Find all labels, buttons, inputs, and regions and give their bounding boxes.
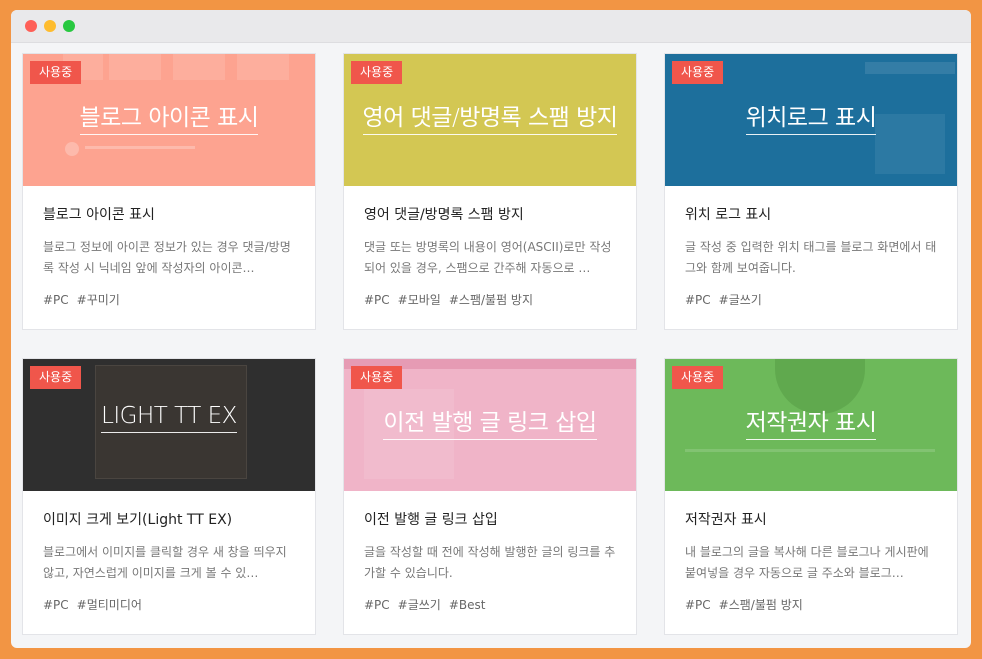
tag[interactable]: #스팸/불펌 방지 [449,293,533,307]
tag[interactable]: #스팸/불펌 방지 [719,598,803,612]
tag-list: #PC #글쓰기 [685,291,937,308]
thumbnail-title: 위치로그 표시 [745,105,877,135]
tag[interactable]: #PC [43,293,69,307]
in-use-badge: 사용중 [30,366,82,389]
browser-window: 블로그 아이콘 표시 사용중 블로그 아이콘 표시 블로그 정보에 아이콘 정보… [11,10,971,648]
in-use-badge: 사용중 [672,61,724,84]
thumbnail-title: LIGHT TT EX [101,403,237,433]
tag[interactable]: #PC [364,598,390,612]
tag[interactable]: #PC [43,598,69,612]
plugin-description: 글 작성 중 입력한 위치 태그를 블로그 화면에서 태그와 함께 보여줍니다. [685,240,937,275]
plugin-title[interactable]: 저작권자 표시 [685,511,937,529]
maximize-window-button[interactable] [63,20,75,32]
plugin-card-previous-post-link[interactable]: 이전 발행 글 링크 삽입 사용중 이전 발행 글 링크 삽입 글을 작성할 때… [343,358,637,635]
plugin-description: 블로그 정보에 아이콘 정보가 있는 경우 댓글/방명록 작성 시 닉네임 앞에… [43,240,291,275]
in-use-badge: 사용중 [351,366,403,389]
plugin-thumbnail: 이전 발행 글 링크 삽입 사용중 [344,359,636,491]
plugin-title[interactable]: 이미지 크게 보기(Light TT EX) [43,511,295,529]
tag-list: #PC #멀티미디어 [43,596,295,613]
in-use-badge: 사용중 [30,61,82,84]
tag[interactable]: #글쓰기 [719,293,762,307]
tag-list: #PC #모바일 #스팸/불펌 방지 [364,291,616,308]
tag[interactable]: #PC [685,598,711,612]
plugin-title[interactable]: 이전 발행 글 링크 삽입 [364,511,616,529]
in-use-badge: 사용중 [351,61,403,84]
plugin-thumbnail: 영어 댓글/방명록 스팸 방지 사용중 [344,54,636,186]
thumbnail-title: 영어 댓글/방명록 스팸 방지 [362,105,618,135]
plugin-description: 내 블로그의 글을 복사해 다른 블로그나 게시판에 붙여넣을 경우 자동으로 … [685,545,929,580]
plugin-card-copyright[interactable]: 저작권자 표시 사용중 저작권자 표시 내 블로그의 글을 복사해 다른 블로그… [664,358,958,635]
tag[interactable]: #Best [449,598,486,612]
tag[interactable]: #꾸미기 [77,293,120,307]
plugin-thumbnail: 위치로그 표시 사용중 [665,54,957,186]
tag[interactable]: #모바일 [398,293,441,307]
plugin-card-english-spam[interactable]: 영어 댓글/방명록 스팸 방지 사용중 영어 댓글/방명록 스팸 방지 댓글 또… [343,53,637,330]
plugin-title[interactable]: 위치 로그 표시 [685,206,937,224]
minimize-window-button[interactable] [44,20,56,32]
plugin-card-light-tt-ex[interactable]: LIGHT TT EX 사용중 이미지 크게 보기(Light TT EX) 블… [22,358,316,635]
plugin-card-location-log[interactable]: 위치로그 표시 사용중 위치 로그 표시 글 작성 중 입력한 위치 태그를 블… [664,53,958,330]
tag-list: #PC #글쓰기 #Best [364,596,616,613]
close-window-button[interactable] [25,20,37,32]
tag[interactable]: #멀티미디어 [77,598,142,612]
plugin-thumbnail: 블로그 아이콘 표시 사용중 [23,54,315,186]
plugin-title[interactable]: 영어 댓글/방명록 스팸 방지 [364,206,616,224]
tag-list: #PC #꾸미기 [43,291,295,308]
plugin-thumbnail: 저작권자 표시 사용중 [665,359,957,491]
plugin-description: 블로그에서 이미지를 클릭할 경우 새 창을 띄우지 않고, 자연스럽게 이미지… [43,545,287,580]
thumbnail-title: 블로그 아이콘 표시 [79,105,259,135]
plugin-description: 글을 작성할 때 전에 작성해 발행한 글의 링크를 추가할 수 있습니다. [364,545,616,580]
in-use-badge: 사용중 [672,366,724,389]
thumbnail-title: 이전 발행 글 링크 삽입 [383,410,597,440]
tag-list: #PC #스팸/불펌 방지 [685,596,937,613]
thumbnail-title: 저작권자 표시 [745,410,877,440]
tag[interactable]: #PC [364,293,390,307]
tag[interactable]: #글쓰기 [398,598,441,612]
plugin-card-blog-icon[interactable]: 블로그 아이콘 표시 사용중 블로그 아이콘 표시 블로그 정보에 아이콘 정보… [22,53,316,330]
plugin-title[interactable]: 블로그 아이콘 표시 [43,206,295,224]
title-bar [11,10,971,43]
tag[interactable]: #PC [685,293,711,307]
plugin-description: 댓글 또는 방명록의 내용이 영어(ASCII)로만 작성되어 있을 경우, 스… [364,240,612,275]
plugin-thumbnail: LIGHT TT EX 사용중 [23,359,315,491]
